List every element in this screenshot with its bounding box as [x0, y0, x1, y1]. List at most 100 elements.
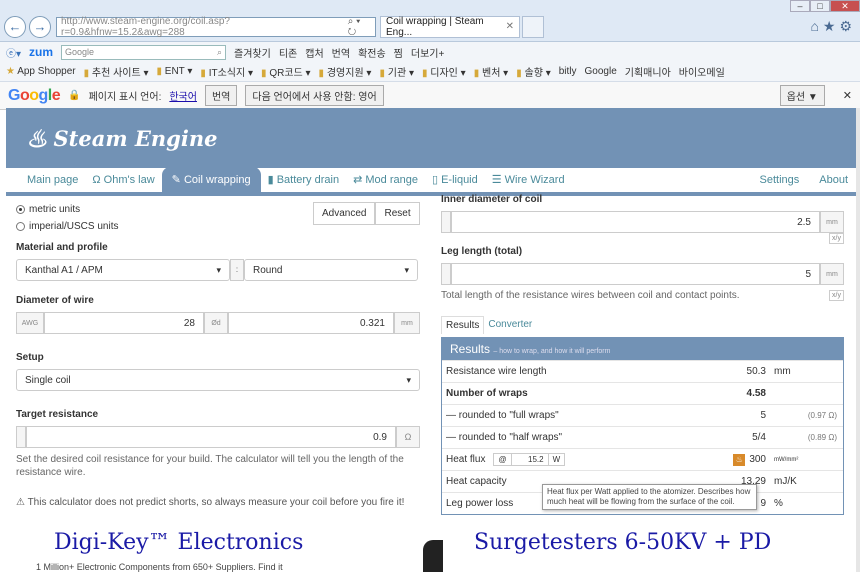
diameter-row: AWG 28 Ød 0.321 mm [16, 312, 420, 334]
ad-graphic [423, 540, 443, 572]
browser-tab[interactable]: Coil wrapping | Steam Eng... ✕ [380, 15, 520, 38]
folder-icon: ▮ [473, 68, 480, 79]
diameter-input[interactable]: 0.321 [228, 312, 394, 334]
search-refresh-icon[interactable]: ⌕ ▾ ↻ [348, 16, 371, 38]
inner-diameter-label: Inner diameter of coil [441, 194, 543, 205]
bookmark[interactable]: ▮ 기관 ▾ [379, 64, 414, 79]
options-button[interactable]: 옵션 ▼ [779, 85, 825, 106]
toolbar-item[interactable]: 캡처 [305, 45, 323, 60]
page-scrollbar[interactable] [856, 108, 860, 572]
ad-surgetesters[interactable]: Surgetesters 6-50KV + PD [474, 530, 771, 555]
menu-e-liquid[interactable]: ▯ E-liquid [425, 173, 485, 192]
steam-logo-icon: ♨ [26, 123, 48, 153]
heat-flux-tooltip: Heat flux per Watt applied to the atomiz… [542, 484, 757, 510]
setup-select[interactable]: Single coil ▾ [16, 369, 420, 391]
advanced-button[interactable]: Advanced [313, 202, 376, 225]
leg-xy-button[interactable]: x/y [829, 290, 844, 301]
bookmark[interactable]: ▮ 추천 사이트 ▾ [84, 64, 149, 79]
browser-navbar: ← → http://www.steam-engine.org/coil.asp… [0, 12, 860, 42]
ie-icon[interactable]: ⓔ▾ [6, 45, 21, 60]
material-select[interactable]: Kanthal A1 / APM ▾ [16, 259, 230, 281]
ad-digikey-sub: 1 Million+ Electronic Components from 65… [36, 562, 283, 572]
minimize-button[interactable]: – [790, 0, 810, 12]
back-button[interactable]: ← [4, 15, 26, 38]
toolbar-item[interactable]: 번역 [332, 45, 350, 60]
site-header: ♨ Steam Engine [6, 108, 856, 168]
bookmark[interactable]: ▮ 디자인 ▾ [422, 64, 466, 79]
heat-watts-input[interactable]: 15.2 [510, 454, 549, 465]
awg-input[interactable]: 28 [44, 312, 204, 334]
window-titlebar: – □ ✕ [0, 0, 860, 12]
toolbar-item[interactable]: 더보기+ [411, 45, 444, 60]
new-tab-button[interactable] [522, 15, 544, 38]
leg-row: 5 mm [441, 263, 844, 285]
menu-battery-drain[interactable]: ▮ Battery drain [261, 173, 346, 192]
menu-settings[interactable]: Settings [760, 174, 800, 186]
bookmark[interactable]: 바이오메일 [679, 64, 725, 79]
address-bar[interactable]: http://www.steam-engine.org/coil.asp?r=0… [56, 16, 376, 38]
radio-unchecked-icon[interactable] [16, 222, 25, 231]
close-tab-icon[interactable]: ✕ [506, 21, 514, 32]
maximize-button[interactable]: □ [810, 0, 830, 12]
site-brand[interactable]: Steam Engine [54, 126, 218, 151]
bookmarks-bar: ★ App Shopper ▮ 추천 사이트 ▾ ▮ ENT ▾ ▮ IT소식지… [0, 62, 860, 82]
bookmark[interactable]: bitly [559, 66, 577, 77]
leg-length-input[interactable]: 5 [451, 263, 820, 285]
google-translate-bar: Google 🔒 페이지 표시 언어: 한국어 번역 다음 언어에서 사용 안함… [0, 82, 860, 110]
toolbar-item[interactable]: 확전송 [358, 45, 386, 60]
lock-icon: 🔒 [68, 90, 81, 101]
toolbar-search-input[interactable]: Google ⌕ [61, 44, 227, 60]
menu-coil-wrapping[interactable]: ✎ Coil wrapping [161, 167, 261, 192]
target-input[interactable]: 0.9 [26, 426, 396, 448]
results-heading: Results – how to wrap, and how it will p… [442, 338, 843, 360]
ad-digikey[interactable]: Digi-Key™ Electronics [54, 530, 303, 555]
menu-right-group: Settings About [760, 174, 849, 186]
lang-select[interactable]: 한국어 [169, 88, 197, 103]
target-left-addon [16, 426, 26, 448]
folder-icon: ▮ [318, 68, 325, 79]
warning: ⚠ This calculator does not predict short… [16, 497, 405, 508]
toolbar-item[interactable]: 찜 [394, 45, 403, 60]
translate-button[interactable]: 번역 [204, 85, 238, 106]
close-bar-icon[interactable]: ✕ [843, 89, 852, 102]
bookmark[interactable]: ▮ IT소식지 ▾ [200, 64, 253, 79]
menu-wire-wizard[interactable]: ☰ Wire Wizard [485, 173, 572, 192]
bookmark[interactable]: ▮ 벤처 ▾ [474, 64, 509, 79]
inner-xy-button[interactable]: x/y [441, 233, 844, 244]
forward-button[interactable]: → [29, 15, 51, 38]
zum-logo[interactable]: zum [29, 45, 53, 59]
bookmark[interactable]: ▮ 경영지원 ▾ [319, 64, 372, 79]
toolbar-item[interactable]: 티존 [279, 45, 297, 60]
target-label: Target resistance [16, 409, 99, 420]
home-star-gear-icons[interactable]: ⌂★⚙ [810, 18, 856, 35]
tab-converter[interactable]: Converter [484, 316, 536, 334]
toolbar-item[interactable]: 즐겨찾기 [234, 45, 271, 60]
chevron-down-icon: ▾ [406, 374, 411, 385]
awg-addon: AWG [16, 312, 44, 334]
inner-row: 2.5 mm [441, 211, 844, 233]
bookmark[interactable]: 기획매니아 [625, 64, 671, 79]
bookmark[interactable]: ▮ 솔향 ▾ [516, 64, 551, 79]
bookmark[interactable]: ▮ QR코드 ▾ [261, 64, 311, 79]
inner-diameter-input[interactable]: 2.5 [451, 211, 820, 233]
inner-unit: mm [820, 211, 844, 233]
bookmark[interactable]: Google [585, 66, 617, 77]
menu-ohms-law[interactable]: Ω Ohm's law [85, 174, 161, 192]
bookmark[interactable]: ▮ ENT ▾ [156, 66, 192, 77]
menu-about[interactable]: About [819, 174, 848, 186]
main-menu: Main page Ω Ohm's law ✎ Coil wrapping ▮ … [6, 167, 856, 196]
tab-results[interactable]: Results [441, 316, 485, 334]
profile-select[interactable]: Round ▾ [244, 259, 418, 281]
menu-mod-range[interactable]: ⇄ Mod range [346, 173, 425, 192]
radio-checked-icon[interactable] [16, 205, 25, 214]
target-help: Set the desired coil resistance for your… [16, 454, 404, 478]
bookmark[interactable]: ★ App Shopper [6, 66, 76, 77]
never-translate-button[interactable]: 다음 언어에서 사용 안함: 영어 [245, 85, 384, 106]
leg-left-addon [441, 263, 451, 285]
search-icon[interactable]: ⌕ [217, 47, 222, 58]
menu-main[interactable]: Main page [20, 174, 85, 192]
reset-button[interactable]: Reset [375, 202, 420, 225]
result-row: Resistance wire length 50.3 mm [442, 360, 843, 382]
close-window-button[interactable]: ✕ [830, 0, 860, 12]
addon-toolbar: ⓔ▾ zum Google ⌕ 즐겨찾기 티존 캡처 번역 확전송 찜 더보기+ [0, 42, 860, 62]
